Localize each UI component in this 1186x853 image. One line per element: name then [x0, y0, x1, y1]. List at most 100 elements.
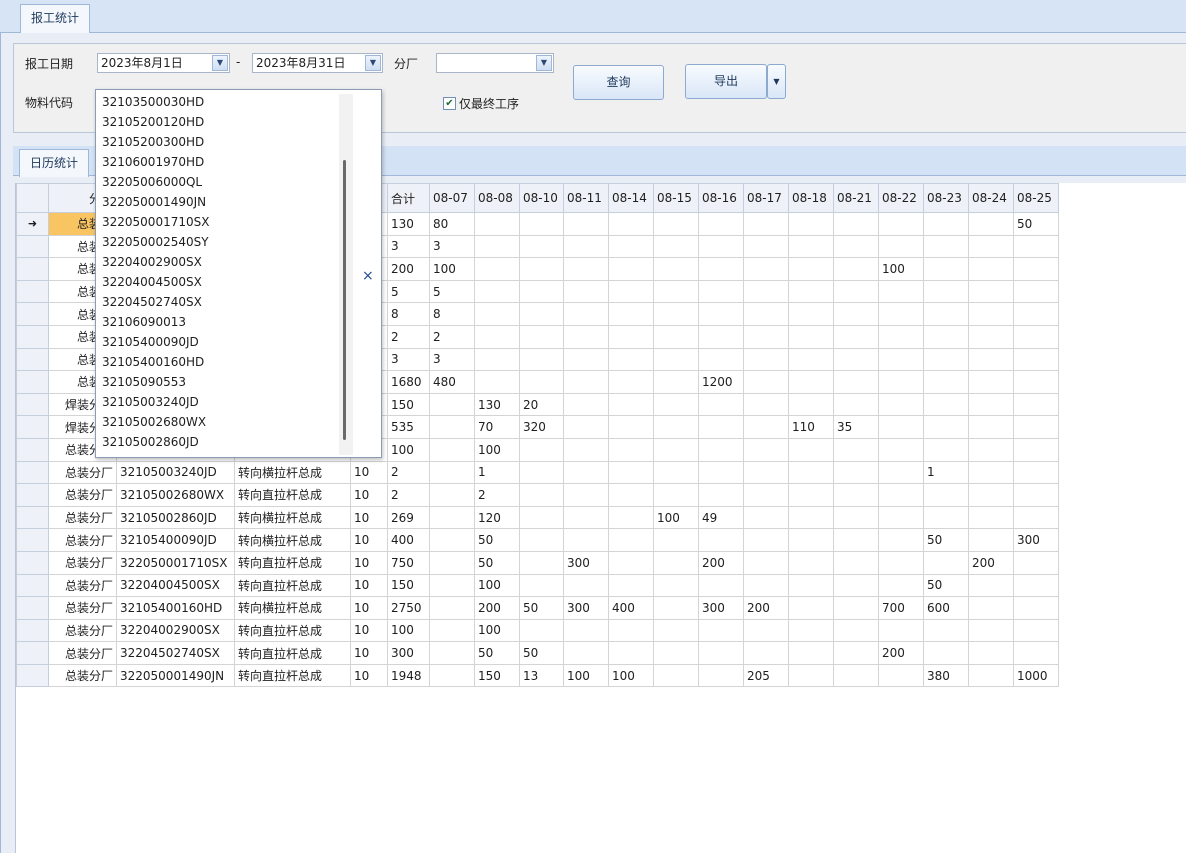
table-cell[interactable] [1013, 279, 1059, 304]
table-row[interactable]: 总装分厂 322050001710SX 转向直拉杆总成 10 750 50 300 200 20… [16, 550, 1059, 575]
table-cell[interactable] [833, 528, 879, 552]
table-cell[interactable] [563, 415, 609, 439]
table-cell[interactable] [653, 302, 699, 326]
table-cell[interactable] [1013, 618, 1059, 643]
table-cell[interactable]: 转向直拉杆总成 [234, 573, 351, 598]
table-cell[interactable]: 50 [923, 528, 969, 552]
table-cell[interactable]: 35 [833, 415, 879, 439]
table-cell[interactable] [429, 437, 475, 462]
table-cell[interactable]: 2 [474, 483, 520, 507]
table-cell[interactable] [474, 370, 520, 394]
table-cell[interactable]: 10 [350, 573, 388, 598]
table-cell[interactable]: 2 [387, 460, 430, 485]
table-cell[interactable] [923, 437, 969, 462]
table-cell[interactable] [563, 528, 609, 552]
table-cell[interactable]: 2 [387, 324, 430, 349]
table-cell[interactable] [519, 370, 564, 394]
row-indicator[interactable] [16, 302, 49, 326]
table-cell[interactable] [923, 618, 969, 643]
table-cell[interactable]: 700 [878, 596, 924, 620]
table-cell[interactable] [743, 392, 789, 417]
table-cell[interactable]: 10 [350, 550, 388, 575]
table-cell[interactable] [429, 415, 475, 439]
table-cell[interactable]: 1680 [387, 370, 430, 394]
table-cell[interactable] [743, 437, 789, 462]
table-cell[interactable] [743, 212, 789, 236]
table-cell[interactable] [923, 347, 969, 372]
table-cell[interactable] [519, 460, 564, 485]
table-cell[interactable] [698, 483, 744, 507]
table-cell[interactable]: 100 [474, 573, 520, 598]
table-cell[interactable]: 50 [519, 596, 564, 620]
table-cell[interactable]: 150 [474, 663, 520, 688]
table-cell[interactable] [653, 279, 699, 304]
table-cell[interactable]: 10 [350, 483, 388, 507]
table-cell[interactable]: 总装分厂 [48, 641, 117, 665]
table-cell[interactable] [833, 483, 879, 507]
table-cell[interactable] [743, 641, 789, 665]
table-cell[interactable] [923, 234, 969, 259]
table-cell[interactable] [923, 505, 969, 530]
table-cell[interactable]: 32105400160HD [116, 596, 235, 620]
table-cell[interactable]: 100 [429, 257, 475, 281]
table-cell[interactable] [968, 483, 1014, 507]
table-cell[interactable]: 总装分厂 [48, 596, 117, 620]
table-cell[interactable]: 50 [1013, 212, 1059, 236]
row-indicator[interactable] [16, 663, 49, 688]
table-cell[interactable] [429, 528, 475, 552]
dropdown-item[interactable]: 32106090013 [102, 312, 186, 332]
table-cell[interactable] [833, 596, 879, 620]
table-cell[interactable] [474, 302, 520, 326]
table-cell[interactable] [519, 483, 564, 507]
table-cell[interactable]: 50 [474, 528, 520, 552]
table-cell[interactable] [1013, 641, 1059, 665]
table-cell[interactable] [833, 347, 879, 372]
table-cell[interactable] [1013, 347, 1059, 372]
table-cell[interactable] [743, 302, 789, 326]
table-cell[interactable] [923, 550, 969, 575]
table-cell[interactable] [878, 550, 924, 575]
table-cell[interactable] [1013, 573, 1059, 598]
table-cell[interactable]: 2 [429, 324, 475, 349]
table-cell[interactable] [788, 618, 834, 643]
column-header[interactable]: 08-17 [743, 183, 789, 213]
table-cell[interactable]: 总装分厂 [48, 573, 117, 598]
row-indicator[interactable] [16, 347, 49, 372]
table-cell[interactable] [474, 257, 520, 281]
table-cell[interactable]: 1948 [387, 663, 430, 688]
table-cell[interactable] [653, 415, 699, 439]
table-cell[interactable]: 10 [350, 618, 388, 643]
only-last-process-checkbox[interactable]: ✔ [443, 97, 456, 110]
table-cell[interactable] [878, 279, 924, 304]
column-header[interactable]: 08-21 [833, 183, 879, 213]
table-cell[interactable] [608, 550, 654, 575]
table-cell[interactable] [519, 234, 564, 259]
table-cell[interactable]: 100 [653, 505, 699, 530]
table-cell[interactable]: 2 [387, 483, 430, 507]
table-cell[interactable] [1013, 415, 1059, 439]
row-indicator[interactable] [16, 505, 49, 530]
table-cell[interactable] [429, 505, 475, 530]
table-cell[interactable]: 100 [563, 663, 609, 688]
table-cell[interactable] [743, 528, 789, 552]
table-cell[interactable] [833, 370, 879, 394]
table-cell[interactable] [968, 505, 1014, 530]
table-cell[interactable] [833, 618, 879, 643]
column-header[interactable]: 08-08 [474, 183, 520, 213]
table-cell[interactable] [563, 347, 609, 372]
table-cell[interactable] [878, 663, 924, 688]
table-cell[interactable] [698, 212, 744, 236]
table-cell[interactable] [968, 437, 1014, 462]
table-cell[interactable] [743, 324, 789, 349]
column-header[interactable]: 08-25 [1013, 183, 1059, 213]
table-cell[interactable] [968, 573, 1014, 598]
table-cell[interactable] [1013, 596, 1059, 620]
dropdown-item[interactable]: 32105200120HD [102, 112, 204, 132]
table-cell[interactable] [519, 347, 564, 372]
table-cell[interactable] [878, 483, 924, 507]
dropdown-item[interactable]: 32105090553 [102, 372, 186, 392]
table-cell[interactable] [923, 415, 969, 439]
table-cell[interactable] [1013, 392, 1059, 417]
table-cell[interactable]: 32105002860JD [116, 505, 235, 530]
table-cell[interactable]: 1200 [698, 370, 744, 394]
